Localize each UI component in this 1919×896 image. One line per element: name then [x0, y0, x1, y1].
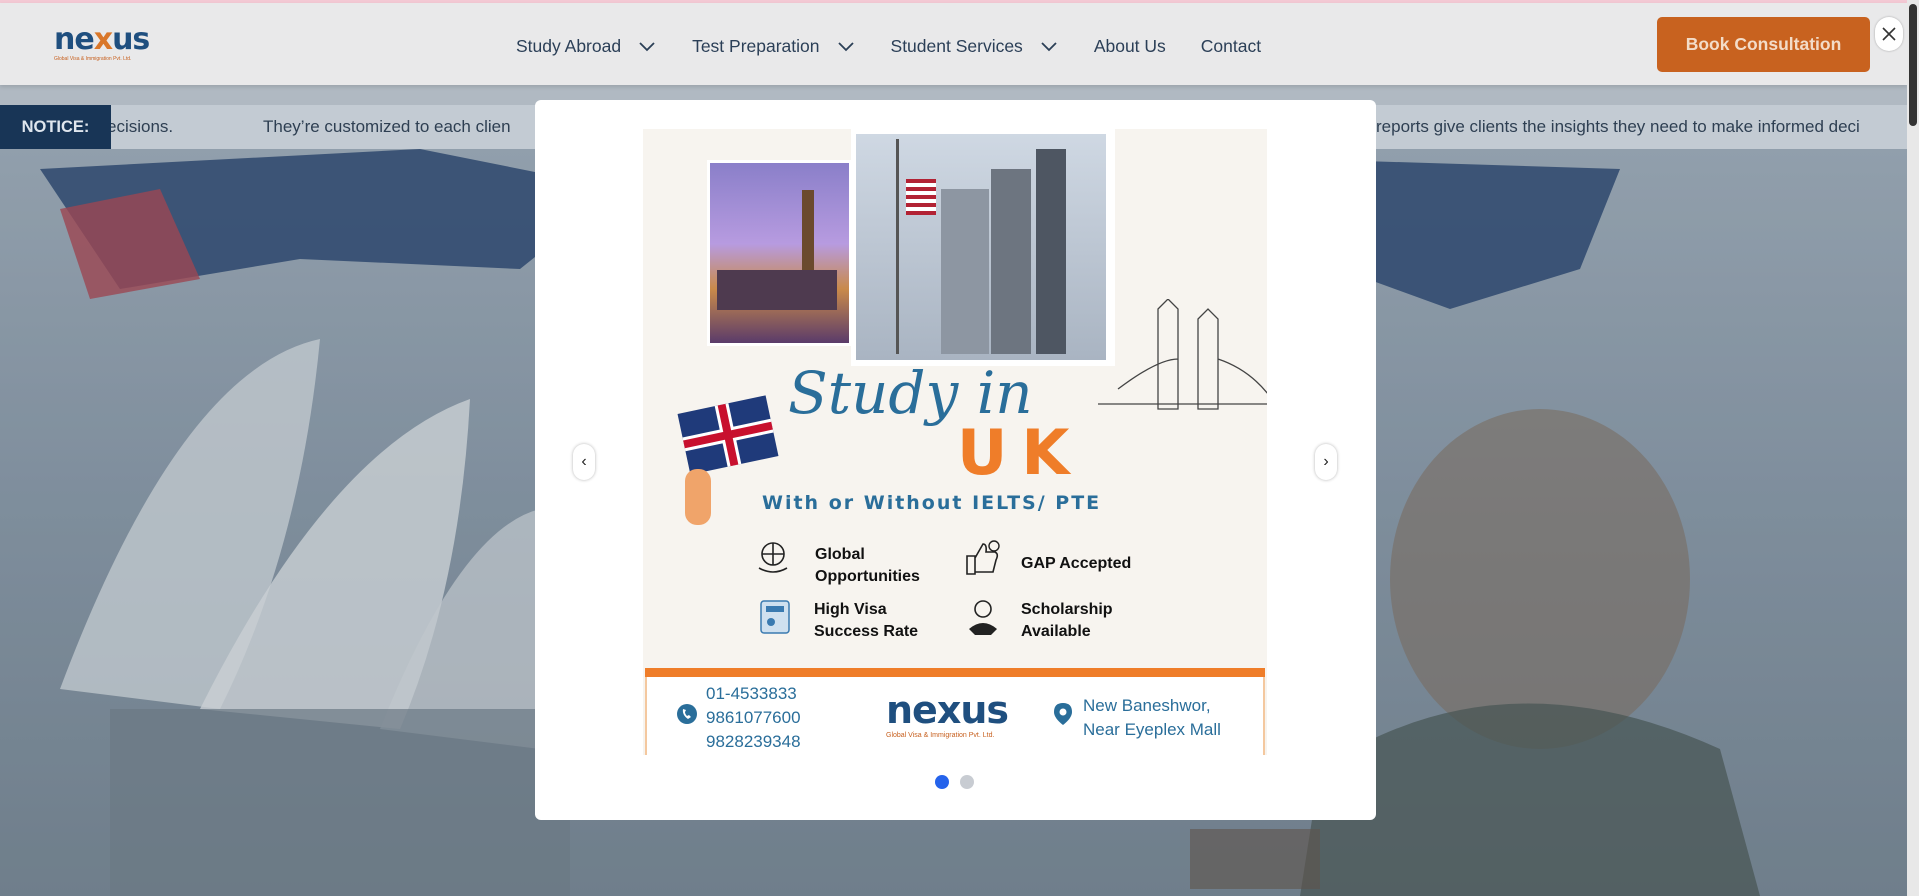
poster-phone-list: 01-4533833 9861077600 9828239348	[706, 682, 801, 754]
promo-modal: Study in UK With or Without IELTS/ PTE G…	[535, 100, 1376, 820]
phone-number: 01-4533833	[706, 684, 797, 703]
nav-about-us[interactable]: About Us	[1094, 36, 1166, 57]
tower-bridge-sketch	[1098, 299, 1267, 410]
carousel-next-button[interactable]: ›	[1315, 444, 1337, 480]
feature-line: Available	[1021, 623, 1091, 640]
notice-text-2: They’re customized to each clien	[263, 117, 511, 136]
logo-wordmark: nexus	[54, 22, 150, 57]
uk-flag-illustration	[677, 395, 779, 475]
feature-scholarship: Scholarship Available	[1021, 599, 1113, 643]
poster-subtitle: With or Without IELTS/ PTE	[762, 492, 1102, 514]
phone-icon	[677, 704, 697, 724]
poster-divider	[645, 668, 1265, 677]
address-line: Near Eyeplex Mall	[1083, 720, 1221, 739]
hand-illustration	[685, 469, 711, 525]
carousel-dot-2[interactable]	[960, 775, 974, 789]
feature-gap-accepted: GAP Accepted	[1021, 555, 1132, 572]
feature-global: Global Opportunities	[815, 544, 920, 588]
nav-test-preparation[interactable]: Test Preparation	[692, 36, 855, 57]
nav-label: Study Abroad	[516, 35, 622, 56]
site-logo[interactable]: nexus Global Visa & Immigration Pvt. Ltd…	[54, 22, 150, 63]
nav-label: About Us	[1093, 35, 1166, 56]
notice-text-3: reports give clients the insights they n…	[1376, 117, 1860, 136]
scholarship-icon	[969, 600, 997, 635]
book-consultation-button[interactable]: Book Consultation	[1657, 17, 1870, 72]
scrollbar-thumb[interactable]	[1909, 4, 1917, 126]
nav-label: Contact	[1200, 35, 1262, 56]
chevron-down-icon[interactable]	[1039, 36, 1059, 56]
nav-label: Student Services	[890, 35, 1023, 56]
feature-line: High Visa	[814, 601, 887, 618]
notice-label: NOTICE:	[0, 105, 111, 149]
usa-photo	[851, 129, 1115, 366]
carousel-prev-button[interactable]: ‹	[573, 444, 595, 480]
poster-footer-logo-sub: Global Visa & Immigration Pvt. Ltd.	[886, 732, 995, 739]
globe-hands-icon	[758, 542, 788, 573]
location-pin-icon	[1054, 703, 1072, 725]
nav-label: Test Preparation	[692, 35, 820, 56]
carousel-dot-1[interactable]	[935, 775, 949, 789]
chevron-down-icon[interactable]	[637, 36, 657, 56]
nav-study-abroad[interactable]: Study Abroad	[516, 36, 657, 57]
logo-part-2: us	[112, 22, 150, 57]
feature-line: Opportunities	[815, 568, 920, 585]
address-line: New Baneshwor,	[1083, 696, 1211, 715]
chevron-down-icon[interactable]	[836, 36, 856, 56]
logo-part-1: ne	[54, 22, 95, 57]
poster-footer-logo: nexus	[886, 688, 1009, 732]
close-icon	[1882, 27, 1896, 41]
feature-line: Success Rate	[814, 623, 919, 640]
phone-number: 9828239348	[706, 732, 801, 751]
thumbs-up-icon	[966, 540, 1000, 575]
close-modal-button[interactable]	[1875, 17, 1903, 51]
nav-student-services[interactable]: Student Services	[891, 36, 1059, 57]
feature-line: Global	[815, 546, 865, 563]
page-scrollbar[interactable]	[1907, 0, 1919, 896]
visa-card-icon	[760, 600, 790, 634]
site-header: nexus Global Visa & Immigration Pvt. Ltd…	[0, 3, 1907, 85]
poster-address: New Baneshwor, Near Eyeplex Mall	[1083, 694, 1221, 742]
phone-number: 9861077600	[706, 708, 801, 727]
main-nav: Study Abroad Test Preparation Student Se…	[516, 31, 1296, 61]
london-photo	[707, 160, 852, 346]
promo-poster-slide: Study in UK With or Without IELTS/ PTE G…	[643, 129, 1267, 755]
nav-contact[interactable]: Contact	[1201, 36, 1261, 57]
feature-line: Scholarship	[1021, 601, 1113, 618]
notice-text-1: ecisions.	[107, 117, 174, 136]
logo-part-x: x	[93, 22, 113, 57]
poster-country: UK	[957, 416, 1084, 489]
feature-high-visa: High Visa Success Rate	[814, 599, 918, 643]
